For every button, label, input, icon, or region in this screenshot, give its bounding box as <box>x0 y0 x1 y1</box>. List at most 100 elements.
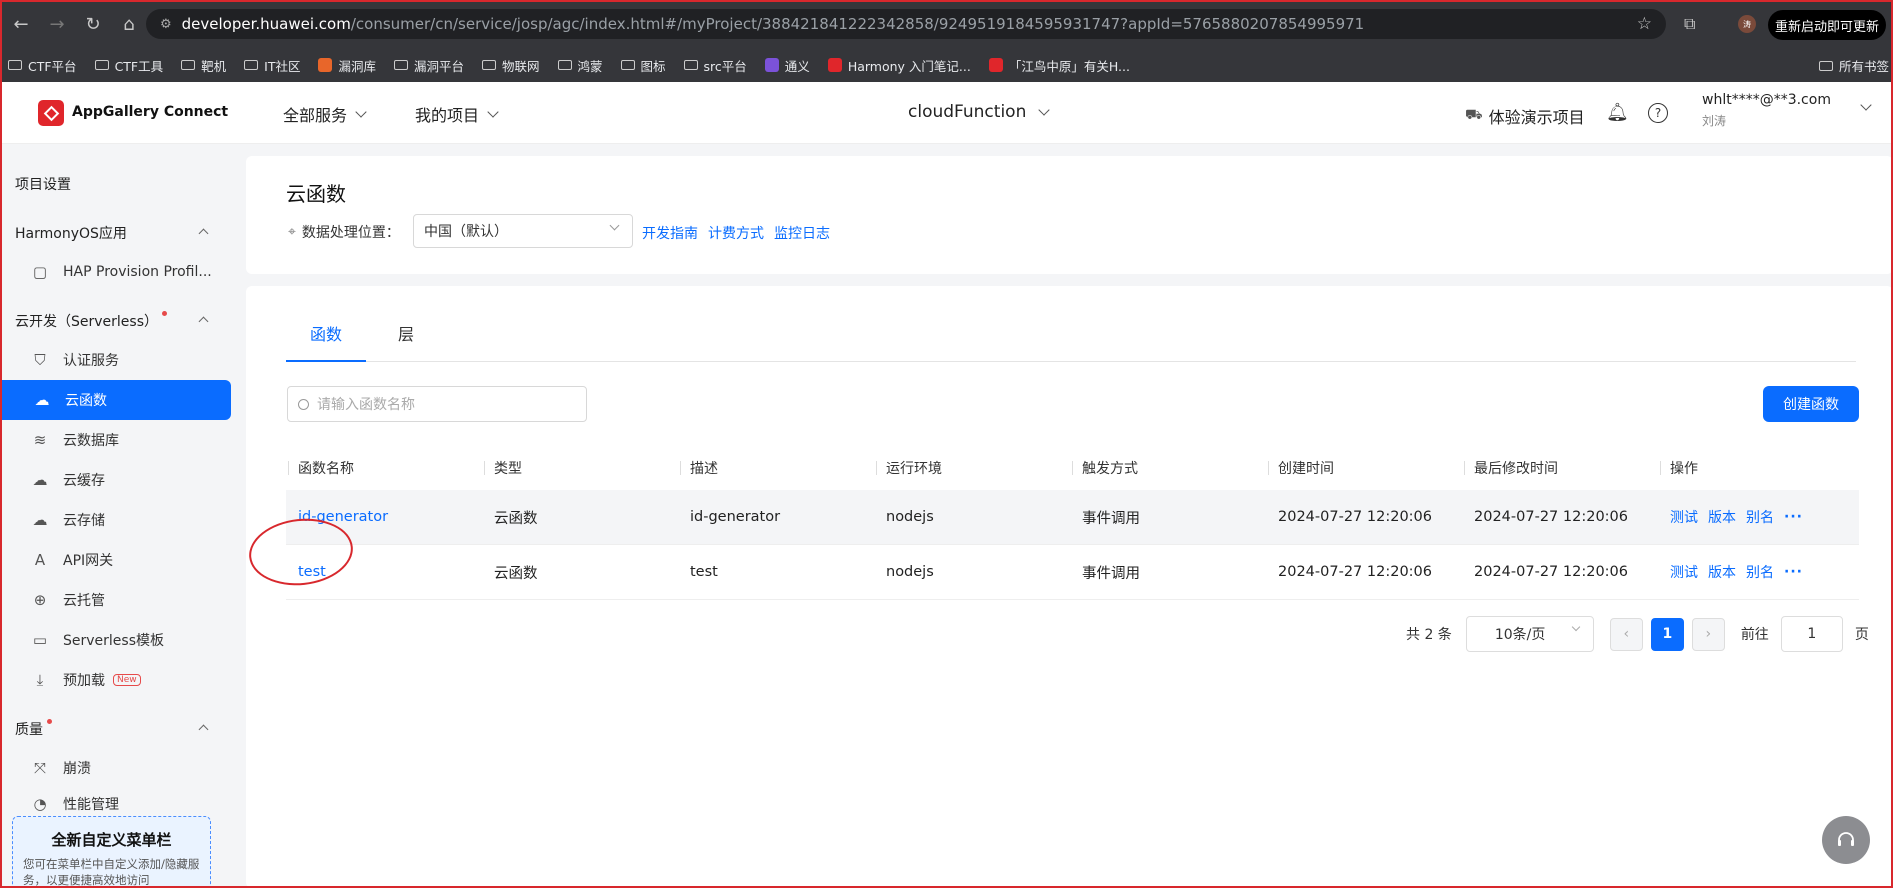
demo-project-button[interactable]: ⛟ 体验演示项目 <box>1465 104 1585 128</box>
bookmark-item[interactable]: src平台 <box>683 56 747 75</box>
page-number-button[interactable]: 1 <box>1650 617 1684 651</box>
row-action-link[interactable]: 版本 <box>1708 562 1736 582</box>
help-link[interactable]: 监控日志 <box>774 223 830 243</box>
bookmark-item[interactable]: 漏洞平台 <box>393 56 464 75</box>
sidebar-item-crash[interactable]: ⤧ 崩溃 <box>0 748 230 788</box>
help-link[interactable]: 计费方式 <box>708 223 764 243</box>
next-page-button[interactable]: › <box>1691 617 1725 651</box>
column-header: 函数名称 <box>286 458 482 478</box>
appgallery-logo-icon[interactable] <box>38 100 64 126</box>
sidebar-item-cache[interactable]: ☁ 云缓存 <box>0 460 230 500</box>
page-title: 云函数 <box>286 182 346 206</box>
sidebar-item-performance[interactable]: ◔ 性能管理 <box>0 788 230 812</box>
prev-page-button[interactable]: ‹ <box>1609 617 1643 651</box>
location-select[interactable]: 中国（默认） <box>413 214 633 248</box>
bookmark-item[interactable]: 鸿蒙 <box>557 56 603 75</box>
bookmark-item[interactable]: 漏洞库 <box>318 56 376 75</box>
column-header: 运行环境 <box>874 458 1070 478</box>
sidebar-item-storage[interactable]: ☁ 云存储 <box>0 500 230 540</box>
address-bar[interactable]: ⚙ developer.huawei.com /consumer/cn/serv… <box>146 9 1666 39</box>
headset-icon <box>1838 832 1854 846</box>
goto-page-input[interactable]: 1 <box>1780 616 1843 652</box>
cache-icon: ☁ <box>32 471 48 489</box>
bookmark-label: 漏洞库 <box>338 58 376 74</box>
project-selector[interactable]: cloudFunction <box>908 102 1051 122</box>
favicon-icon <box>988 58 1003 72</box>
bookmark-label: CTF平台 <box>28 58 77 74</box>
row-action-link[interactable]: 别名 <box>1746 507 1774 527</box>
sidebar-item-project-settings[interactable]: 项目设置 <box>15 174 71 194</box>
bookmark-item[interactable]: 靶机 <box>181 56 226 75</box>
bookmarks-bar: CTF平台 CTF工具 靶机 IT社区 漏洞库 漏洞平台 物联网 鸿蒙 图标 src平台 通义 Har… <box>0 48 1893 82</box>
bell-icon[interactable]: 🔔︎ <box>1606 102 1629 123</box>
bookmark-label: src平台 <box>703 58 747 74</box>
preload-icon: ⤓ <box>36 671 44 689</box>
search-icon <box>298 398 309 410</box>
row-action-link[interactable]: 版本 <box>1708 507 1736 527</box>
bookmark-item[interactable]: 「江鸟中原」有关H... <box>988 56 1130 75</box>
brand-name[interactable]: AppGallery Connect <box>72 104 228 120</box>
bookmark-item[interactable]: Harmony 入门笔记... <box>827 56 971 75</box>
more-icon[interactable]: ··· <box>1784 509 1803 525</box>
profile-avatar[interactable]: 涛 <box>1738 15 1756 33</box>
my-projects-menu[interactable]: 我的项目 <box>415 102 499 126</box>
custom-menu-promo[interactable]: 全新自定义菜单栏 您可在菜单栏中自定义添加/隐藏服务，以更便捷高效地访问 <box>12 816 211 888</box>
help-link[interactable]: 开发指南 <box>642 223 698 243</box>
create-function-button[interactable]: 创建函数 <box>1763 386 1859 422</box>
row-action-link[interactable]: 测试 <box>1670 562 1698 582</box>
table-cell: id-generator <box>690 509 781 525</box>
folder-icon <box>94 60 109 70</box>
customer-service-button[interactable] <box>1822 816 1870 864</box>
chevron-up-icon[interactable] <box>198 316 209 327</box>
page-size-select[interactable]: 10条/页 <box>1465 616 1594 652</box>
sidebar-item-preload[interactable]: ⤓ 预加载 New <box>0 660 230 700</box>
sidebar-item-template[interactable]: ▭ Serverless模板 <box>0 620 230 660</box>
chevron-up-icon[interactable] <box>198 724 209 735</box>
tab-layers[interactable]: 层 <box>366 314 446 362</box>
bookmark-item[interactable]: CTF平台 <box>8 56 77 75</box>
address-row: ← → ↻ ⌂ ⚙ developer.huawei.com /consumer… <box>0 0 1893 48</box>
location-label: ⌖ 数据处理位置： <box>288 222 400 242</box>
bookmark-item[interactable]: 物联网 <box>482 56 540 75</box>
sidebar-section-serverless[interactable]: 云开发（Serverless） <box>15 311 168 331</box>
bookmark-item[interactable]: 图标 <box>620 56 666 75</box>
sidebar-item-cloud-function[interactable]: ☁ 云函数 <box>2 380 231 420</box>
sidebar-item-hap-profile[interactable]: ▢ HAP Provision Profil... <box>0 252 230 292</box>
all-services-menu[interactable]: 全部服务 <box>283 102 367 126</box>
bookmark-item[interactable]: CTF工具 <box>94 56 163 75</box>
bookmark-label: 通义 <box>784 58 810 74</box>
location-pin-icon: ⌖ <box>288 224 296 240</box>
forward-icon[interactable]: → <box>42 9 72 39</box>
bookmark-star-icon[interactable]: ☆ <box>1637 14 1652 34</box>
chevron-down-icon[interactable] <box>1860 99 1872 111</box>
sidebar-item-api-gateway[interactable]: A API网关 <box>0 540 230 580</box>
more-icon[interactable]: ··· <box>1784 564 1803 580</box>
home-icon[interactable]: ⌂ <box>114 9 144 39</box>
goto-label: 前往 <box>1740 627 1769 643</box>
row-action-link[interactable]: 测试 <box>1670 507 1698 527</box>
sidebar-item-label: 云函数 <box>65 393 107 409</box>
extensions-icon[interactable]: ⧉ <box>1684 14 1695 34</box>
chevron-up-icon[interactable] <box>198 228 209 239</box>
bookmark-label: Harmony 入门笔记... <box>847 58 971 74</box>
function-search-input[interactable]: 请输入函数名称 <box>287 386 587 422</box>
sidebar-item-shield[interactable]: ⛉ 认证服务 <box>0 340 230 380</box>
promo-description: 您可在菜单栏中自定义添加/隐藏服务，以更便捷高效地访问 <box>23 857 200 887</box>
back-icon[interactable]: ← <box>6 9 36 39</box>
sidebar-item-database[interactable]: ≋ 云数据库 <box>0 420 230 460</box>
tab-functions[interactable]: 函数 <box>286 314 366 362</box>
all-bookmarks[interactable]: 所有书签 <box>1818 56 1889 75</box>
update-button[interactable]: 重新启动即可更新 <box>1768 10 1886 40</box>
bookmark-item[interactable]: IT社区 <box>244 56 300 75</box>
user-menu[interactable]: whlt****@**3.com 刘涛 <box>1702 92 1831 129</box>
folder-icon <box>482 60 496 70</box>
sidebar-section-harmonyos[interactable]: HarmonyOS应用 <box>15 223 127 243</box>
bookmark-item[interactable]: 通义 <box>764 56 810 75</box>
sidebar-item-globe[interactable]: ⊕ 云托管 <box>0 580 230 620</box>
help-icon[interactable]: ? <box>1648 103 1668 123</box>
reload-icon[interactable]: ↻ <box>78 9 108 39</box>
sidebar-section-quality[interactable]: 质量 <box>15 719 52 739</box>
bookmark-label: 「江鸟中原」有关H... <box>1008 58 1130 74</box>
row-action-link[interactable]: 别名 <box>1746 562 1774 582</box>
site-info-icon[interactable]: ⚙ <box>160 17 172 32</box>
